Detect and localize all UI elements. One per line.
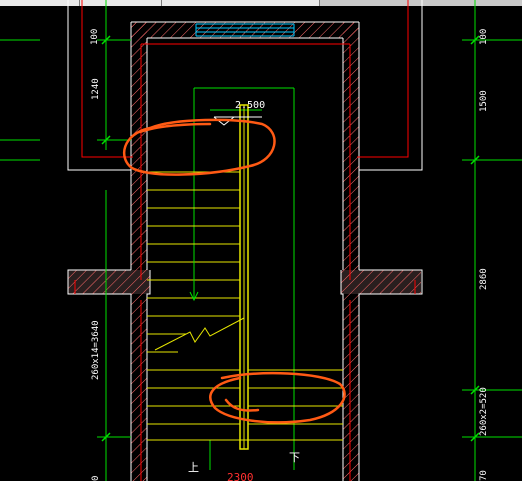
width-label: 2300 <box>227 471 254 481</box>
dim-bottom-left: 0 <box>91 476 101 481</box>
down-label: 下 <box>289 451 300 464</box>
annotation-stroke-top <box>138 122 212 134</box>
dim-100-right: 100 <box>479 29 489 45</box>
stair-plan-drawing: 2.500 100 1240 260x14=3640 0 100 1500 28… <box>0 0 522 481</box>
dimension-lines <box>0 0 522 481</box>
annotation-circles <box>122 118 346 424</box>
dim-bottom-right: 70 <box>479 470 489 481</box>
stair-treads <box>147 171 343 441</box>
dim-100-left: 100 <box>90 29 100 45</box>
elevation-label: 2.500 <box>235 100 265 111</box>
dim-stair-right: 260x2=520 <box>479 387 489 436</box>
red-guidelines <box>74 0 416 481</box>
cad-drawing-canvas[interactable]: 2.500 100 1240 260x14=3640 0 100 1500 28… <box>0 0 522 481</box>
annotation-stroke-bottom <box>224 398 260 412</box>
dim-1240: 1240 <box>91 78 101 100</box>
up-arrow <box>189 250 199 302</box>
handrail <box>239 104 249 450</box>
wall-outlines <box>67 0 423 481</box>
annotation-circle-bottom <box>209 371 346 424</box>
dim-1500: 1500 <box>479 90 489 112</box>
up-label: 上 <box>188 461 199 474</box>
dim-stair-left: 260x14=3640 <box>91 320 101 380</box>
dim-2860: 2860 <box>479 268 489 290</box>
